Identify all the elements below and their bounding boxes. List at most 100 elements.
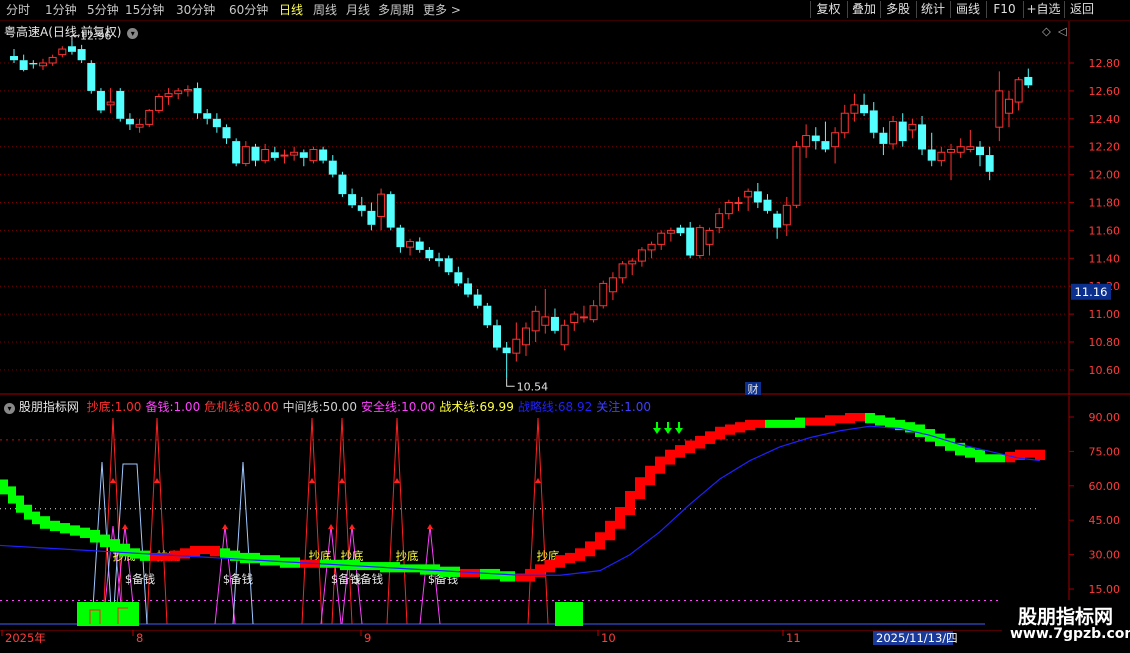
candlestick[interactable] [386,191,395,231]
candlestick[interactable] [821,121,830,153]
diamond-icon[interactable]: ◇ [1042,24,1051,38]
candlestick[interactable] [425,247,434,262]
candlestick[interactable] [87,60,96,94]
period-tab-0[interactable]: 分时 [6,2,30,18]
candlestick[interactable] [328,155,337,178]
candlestick[interactable] [599,280,608,309]
candlestick[interactable] [898,113,907,147]
candlestick[interactable] [1004,90,1013,128]
candlestick[interactable] [125,113,134,130]
period-tab-3[interactable]: 15分钟 [125,2,164,18]
candlestick[interactable] [724,199,733,220]
period-tab-2[interactable]: 5分钟 [87,2,119,18]
candlestick[interactable] [695,224,704,259]
candlestick[interactable] [493,319,501,351]
candlestick[interactable] [879,127,888,156]
candlestick[interactable] [705,227,714,256]
toolbar-button-3[interactable]: 统计 [916,1,949,18]
indicator-chart[interactable]: 90.0075.0060.0045.0030.0015.00抄底抄底抄底抄底抄底… [0,396,1130,630]
candlestick[interactable] [512,322,521,362]
kline-panel[interactable]: 12.80 12.60 12.40 12.20 12.00 11.80 11.60 11.40… [0,21,1130,396]
candlestick[interactable] [966,129,975,153]
candlestick[interactable] [502,342,511,379]
candlestick[interactable] [290,146,299,161]
candlestick[interactable] [831,127,840,164]
candlestick[interactable] [918,116,927,156]
candlestick[interactable] [802,124,811,158]
candlestick[interactable] [48,54,57,66]
candlestick[interactable] [203,109,212,125]
candlestick[interactable] [850,93,859,122]
candlestick[interactable] [464,277,473,298]
candlestick[interactable] [135,118,144,133]
candlestick[interactable] [589,300,598,323]
candlestick[interactable] [579,305,588,323]
candlestick[interactable] [309,146,318,164]
candlestick[interactable] [357,196,366,217]
candlestick[interactable] [164,88,173,105]
period-tab-10[interactable]: 更多 > [423,2,461,18]
candlestick[interactable] [67,40,76,55]
toolbar-button-7[interactable]: 返回 [1064,1,1099,18]
candlestick[interactable] [338,171,347,197]
candlestick[interactable] [676,224,685,236]
candlestick[interactable] [270,146,279,161]
candlestick[interactable] [792,141,801,209]
candlestick[interactable] [29,60,38,69]
candlestick[interactable] [454,266,463,287]
candlestick[interactable] [145,109,154,128]
candlestick[interactable] [889,116,898,150]
candlestick[interactable] [96,88,105,114]
candlestick[interactable] [976,141,984,167]
candlestick[interactable] [406,238,415,256]
candlestick[interactable] [116,88,125,122]
period-tab-6[interactable]: 日线 [279,2,303,18]
candlestick[interactable] [628,258,637,276]
candlestick[interactable] [58,46,67,58]
candlestick[interactable] [299,149,308,167]
kline-chart[interactable]: 12.80 12.60 12.40 12.20 12.00 11.80 11.60 11.40… [0,21,1130,396]
candlestick[interactable] [840,104,849,139]
candlestick[interactable] [927,132,936,167]
candlestick[interactable] [222,124,231,144]
period-tab-7[interactable]: 周线 [313,2,337,18]
candlestick[interactable] [319,146,328,164]
candlestick[interactable] [193,82,202,119]
candlestick[interactable] [106,88,115,114]
toolbar-button-2[interactable]: 多股 [880,1,915,18]
candlestick[interactable] [435,252,444,267]
toolbar-button-5[interactable]: F10 [986,1,1022,18]
period-tab-5[interactable]: 60分钟 [229,2,268,18]
candlestick[interactable] [647,241,656,259]
candlestick[interactable] [608,272,617,301]
candlestick[interactable] [956,138,965,158]
candlestick[interactable] [77,44,86,63]
candlestick[interactable] [618,261,627,284]
candlestick[interactable] [715,208,724,234]
candlestick[interactable] [541,288,550,334]
candlestick[interactable] [521,322,530,356]
indicator-panel[interactable]: 90.0075.0060.0045.0030.0015.00抄底抄底抄底抄底抄底… [0,396,1130,630]
candlestick[interactable] [154,93,163,114]
candlestick[interactable] [763,194,772,214]
candlestick[interactable] [251,143,260,167]
toolbar-button-6[interactable]: +自选 [1023,1,1063,18]
toolbar-button-0[interactable]: 复权 [810,1,846,18]
candlestick[interactable] [367,202,376,231]
candlestick[interactable] [377,188,386,231]
collapse-icon[interactable]: ◁ [1058,24,1067,38]
candlestick[interactable] [773,210,782,239]
candlestick[interactable] [10,49,18,63]
toolbar-button-1[interactable]: 叠加 [847,1,880,18]
candlestick[interactable] [473,288,482,309]
period-tab-4[interactable]: 30分钟 [176,2,215,18]
candlestick[interactable] [1024,68,1033,89]
candlestick[interactable] [637,247,646,267]
candlestick[interactable] [1014,76,1023,111]
candlestick[interactable] [280,149,289,164]
candlestick[interactable] [686,222,695,259]
candlestick[interactable] [241,141,250,167]
candlestick[interactable] [38,58,47,70]
candlestick[interactable] [483,302,492,329]
toolbar-button-4[interactable]: 画线 [950,1,985,18]
